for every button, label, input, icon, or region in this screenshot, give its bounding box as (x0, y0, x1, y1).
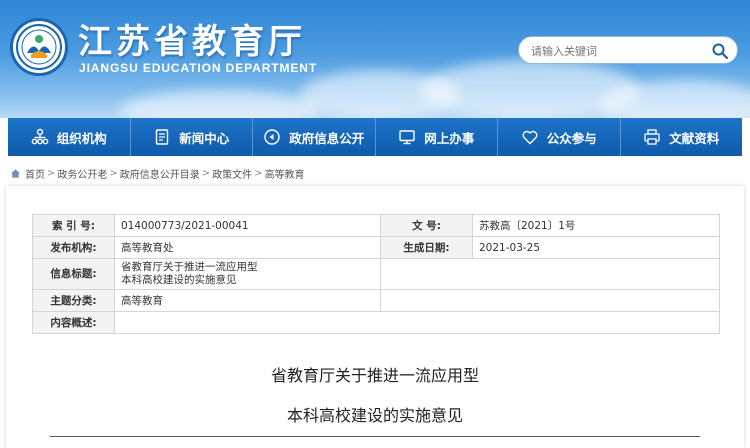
publisher-value: 高等教育处 (114, 236, 381, 259)
title-divider (50, 436, 700, 437)
table-row: 索 引 号: 014000773/2021-00041 文 号: 苏教高〔202… (32, 214, 720, 237)
document-title-line2: 本科高校建设的实施意见 (286, 406, 463, 425)
nav-item-documents[interactable]: 文献资料 (621, 118, 743, 156)
main-nav: 组织机构 新闻中心 政府信息公开 网上办事 公众参与 文献资料 (8, 118, 742, 156)
summary-value (114, 311, 720, 334)
date-value: 2021-03-25 (472, 236, 720, 259)
nav-label: 政府信息公开 (289, 130, 365, 146)
search-icon[interactable] (711, 42, 729, 60)
nav-item-info-disclosure[interactable]: 政府信息公开 (253, 118, 376, 156)
breadcrumb-link[interactable]: 高等教育 (265, 166, 305, 181)
site-title[interactable]: 江苏省教育厅 (78, 14, 306, 63)
breadcrumb-link[interactable]: 首页 (25, 166, 45, 181)
heart-icon (522, 130, 538, 145)
org-chart-icon (31, 128, 49, 145)
nav-item-public-participation[interactable]: 公众参与 (498, 118, 621, 156)
table-row: 发布机构: 高等教育处 生成日期: 2021-03-25 (32, 236, 720, 259)
emblem-icon (16, 24, 62, 70)
home-icon (10, 168, 21, 178)
breadcrumb-link[interactable]: 政策文件 (212, 166, 252, 181)
cloud-decoration (120, 90, 320, 118)
index-value: 014000773/2021-00041 (114, 214, 381, 237)
title-label: 信息标题: (32, 258, 115, 290)
category-value: 高等教育 (114, 289, 381, 312)
docno-label: 文 号: (380, 214, 473, 237)
title-value-line: 本科高校建设的实施意见 (121, 274, 237, 286)
breadcrumb-link[interactable]: 政务公开老 (57, 166, 107, 181)
summary-label: 内容概述: (32, 311, 115, 334)
nav-label: 网上办事 (424, 130, 475, 146)
breadcrumb-link[interactable]: 政府信息公开目录 (120, 166, 200, 181)
docno-value: 苏教高〔2021〕1号 (472, 214, 720, 237)
publisher-label: 发布机构: (32, 236, 115, 259)
breadcrumb-separator: > (47, 167, 56, 179)
category-label: 主题分类: (32, 289, 115, 312)
table-row: 内容概述: (32, 311, 720, 334)
index-label: 索 引 号: (32, 214, 115, 237)
search-box (518, 36, 738, 64)
article-panel: 索 引 号: 014000773/2021-00041 文 号: 苏教高〔202… (6, 186, 744, 448)
date-label: 生成日期: (380, 236, 473, 259)
breadcrumb: 首页 > 政务公开老 > 政府信息公开目录 > 政策文件 > 高等教育 (10, 166, 305, 181)
printer-icon (644, 129, 660, 145)
empty-cell (380, 289, 720, 312)
breadcrumb-separator: > (201, 167, 211, 179)
site-subtitle: JIANGSU EDUCATION DEPARTMENT (79, 61, 318, 75)
document-title-line1: 省教育厅关于推进一流应用型 (270, 366, 479, 385)
nav-label: 公众参与 (546, 130, 597, 146)
info-disclosure-icon (264, 129, 280, 145)
empty-cell (380, 258, 720, 290)
title-value: 省教育厅关于推进一流应用型 本科高校建设的实施意见 (114, 258, 381, 290)
title-value-line: 省教育厅关于推进一流应用型 (121, 261, 258, 273)
nav-label: 组织机构 (56, 130, 107, 146)
nav-label: 新闻中心 (179, 130, 230, 146)
nav-item-online-services[interactable]: 网上办事 (376, 118, 498, 156)
nav-item-news[interactable]: 新闻中心 (131, 118, 253, 156)
document-metadata-table: 索 引 号: 014000773/2021-00041 文 号: 苏教高〔202… (32, 214, 720, 334)
monitor-icon (399, 130, 415, 145)
search-input[interactable] (531, 42, 711, 60)
breadcrumb-separator: > (254, 167, 263, 179)
table-row: 主题分类: 高等教育 (32, 289, 720, 312)
site-header: 江苏省教育厅 JIANGSU EDUCATION DEPARTMENT (0, 0, 750, 118)
education-department-logo[interactable] (10, 18, 68, 76)
nav-item-organization[interactable]: 组织机构 (8, 118, 131, 156)
document-icon (156, 129, 169, 145)
nav-label: 文献资料 (669, 130, 720, 146)
breadcrumb-separator: > (109, 167, 118, 179)
table-row: 信息标题: 省教育厅关于推进一流应用型 本科高校建设的实施意见 (32, 258, 720, 290)
